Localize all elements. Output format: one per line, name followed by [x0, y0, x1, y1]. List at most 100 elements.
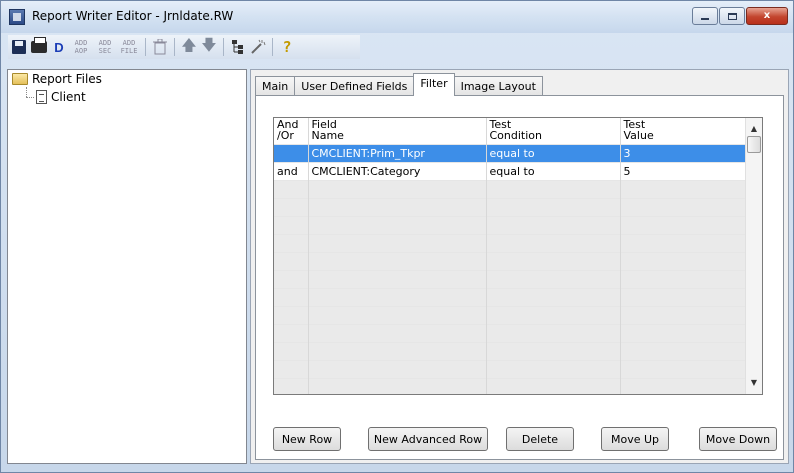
filter-grid[interactable]: And/Or Field Name Test Condition Test Value…	[273, 117, 763, 395]
column-header-test-value[interactable]: Test Value	[620, 118, 755, 144]
empty-cell[interactable]	[620, 179, 755, 198]
empty-cell[interactable]	[620, 269, 755, 288]
column-header-test-condition[interactable]: Test Condition	[486, 118, 621, 144]
maximize-button[interactable]	[719, 7, 745, 25]
table-row[interactable]	[274, 179, 755, 198]
empty-cell[interactable]	[274, 197, 309, 216]
empty-cell[interactable]	[620, 305, 755, 324]
empty-cell[interactable]	[308, 233, 487, 252]
tab-main[interactable]: Main	[255, 76, 296, 96]
cell-and-or[interactable]	[274, 143, 309, 162]
move-up-button[interactable]: Move Up	[601, 427, 669, 451]
empty-cell[interactable]	[308, 323, 487, 342]
empty-cell[interactable]	[308, 269, 487, 288]
empty-cell[interactable]	[486, 251, 621, 270]
table-row[interactable]	[274, 233, 755, 252]
empty-cell[interactable]	[274, 233, 309, 252]
table-row[interactable]	[274, 197, 755, 216]
empty-cell[interactable]	[308, 305, 487, 324]
empty-cell[interactable]	[274, 359, 309, 378]
add-aop-button[interactable]: ADD AOP	[70, 37, 92, 57]
empty-cell[interactable]	[274, 341, 309, 360]
minimize-button[interactable]	[692, 7, 718, 25]
empty-cell[interactable]	[274, 251, 309, 270]
table-row[interactable]	[274, 305, 755, 324]
tree-button[interactable]	[229, 37, 247, 57]
cell-field-name[interactable]: CMCLIENT:Prim_Tkpr	[308, 143, 487, 162]
empty-cell[interactable]	[486, 341, 621, 360]
move-down-toolbar-button[interactable]: 🡇	[200, 36, 218, 57]
new-row-button[interactable]: New Row	[273, 427, 341, 451]
empty-cell[interactable]	[486, 287, 621, 306]
empty-cell[interactable]	[274, 269, 309, 288]
empty-cell[interactable]	[620, 323, 755, 342]
empty-cell[interactable]	[486, 323, 621, 342]
empty-cell[interactable]	[486, 377, 621, 394]
empty-cell[interactable]	[486, 179, 621, 198]
add-file-button[interactable]: ADD FILE	[118, 37, 140, 57]
cell-and-or[interactable]: and	[274, 161, 309, 180]
scroll-thumb[interactable]	[747, 136, 761, 153]
empty-cell[interactable]	[308, 179, 487, 198]
add-sec-button[interactable]: ADD SEC	[94, 37, 116, 57]
delete-toolbar-button[interactable]	[151, 37, 169, 57]
table-row[interactable]	[274, 359, 755, 378]
empty-cell[interactable]	[486, 269, 621, 288]
empty-cell[interactable]	[486, 197, 621, 216]
empty-cell[interactable]	[308, 377, 487, 394]
help-button[interactable]: ?	[278, 37, 296, 57]
empty-cell[interactable]	[620, 233, 755, 252]
grid-vertical-scrollbar[interactable]: ▲ ▼	[745, 118, 762, 394]
empty-cell[interactable]	[486, 233, 621, 252]
empty-cell[interactable]	[486, 359, 621, 378]
empty-cell[interactable]	[274, 377, 309, 394]
table-row[interactable]	[274, 323, 755, 342]
table-row[interactable]	[274, 251, 755, 270]
close-button[interactable]: x	[746, 7, 788, 25]
table-row[interactable]	[274, 341, 755, 360]
empty-cell[interactable]	[620, 287, 755, 306]
cell-test-condition[interactable]: equal to	[486, 161, 621, 180]
empty-cell[interactable]	[620, 197, 755, 216]
empty-cell[interactable]	[486, 305, 621, 324]
tab-image-layout[interactable]: Image Layout	[453, 76, 543, 96]
print-button[interactable]	[30, 37, 48, 57]
d-button[interactable]: D	[50, 37, 68, 57]
table-row[interactable]: and CMCLIENT:Category equal to 5	[274, 161, 755, 180]
empty-cell[interactable]	[620, 251, 755, 270]
empty-cell[interactable]	[274, 215, 309, 234]
delete-button[interactable]: Delete	[506, 427, 574, 451]
cell-test-condition[interactable]: equal to	[486, 143, 621, 162]
empty-cell[interactable]	[620, 377, 755, 394]
column-header-field-name[interactable]: Field Name	[308, 118, 487, 144]
tree-item-report-files[interactable]: Report Files	[12, 72, 102, 86]
scroll-down-icon[interactable]: ▼	[746, 374, 762, 390]
empty-cell[interactable]	[308, 251, 487, 270]
move-down-button[interactable]: Move Down	[699, 427, 777, 451]
new-advanced-row-button[interactable]: New Advanced Row	[368, 427, 488, 451]
tab-filter[interactable]: Filter	[413, 73, 455, 96]
empty-cell[interactable]	[308, 341, 487, 360]
table-row[interactable]	[274, 377, 755, 394]
empty-cell[interactable]	[486, 215, 621, 234]
empty-cell[interactable]	[274, 179, 309, 198]
tree-item-client[interactable]: Client	[36, 90, 86, 104]
table-row[interactable]: CMCLIENT:Prim_Tkpr equal to 3	[274, 143, 755, 162]
table-row[interactable]	[274, 269, 755, 288]
cell-test-value[interactable]: 5	[620, 161, 755, 180]
empty-cell[interactable]	[308, 215, 487, 234]
empty-cell[interactable]	[308, 197, 487, 216]
cell-test-value[interactable]: 3	[620, 143, 755, 162]
tab-user-defined-fields[interactable]: User Defined Fields	[294, 76, 415, 96]
empty-cell[interactable]	[308, 359, 487, 378]
table-row[interactable]	[274, 287, 755, 306]
table-row[interactable]	[274, 215, 755, 234]
cell-field-name[interactable]: CMCLIENT:Category	[308, 161, 487, 180]
empty-cell[interactable]	[620, 359, 755, 378]
scroll-up-icon[interactable]: ▲	[746, 120, 762, 136]
empty-cell[interactable]	[274, 323, 309, 342]
empty-cell[interactable]	[308, 287, 487, 306]
move-up-toolbar-button[interactable]: 🡅	[180, 36, 198, 57]
empty-cell[interactable]	[620, 215, 755, 234]
empty-cell[interactable]	[620, 341, 755, 360]
